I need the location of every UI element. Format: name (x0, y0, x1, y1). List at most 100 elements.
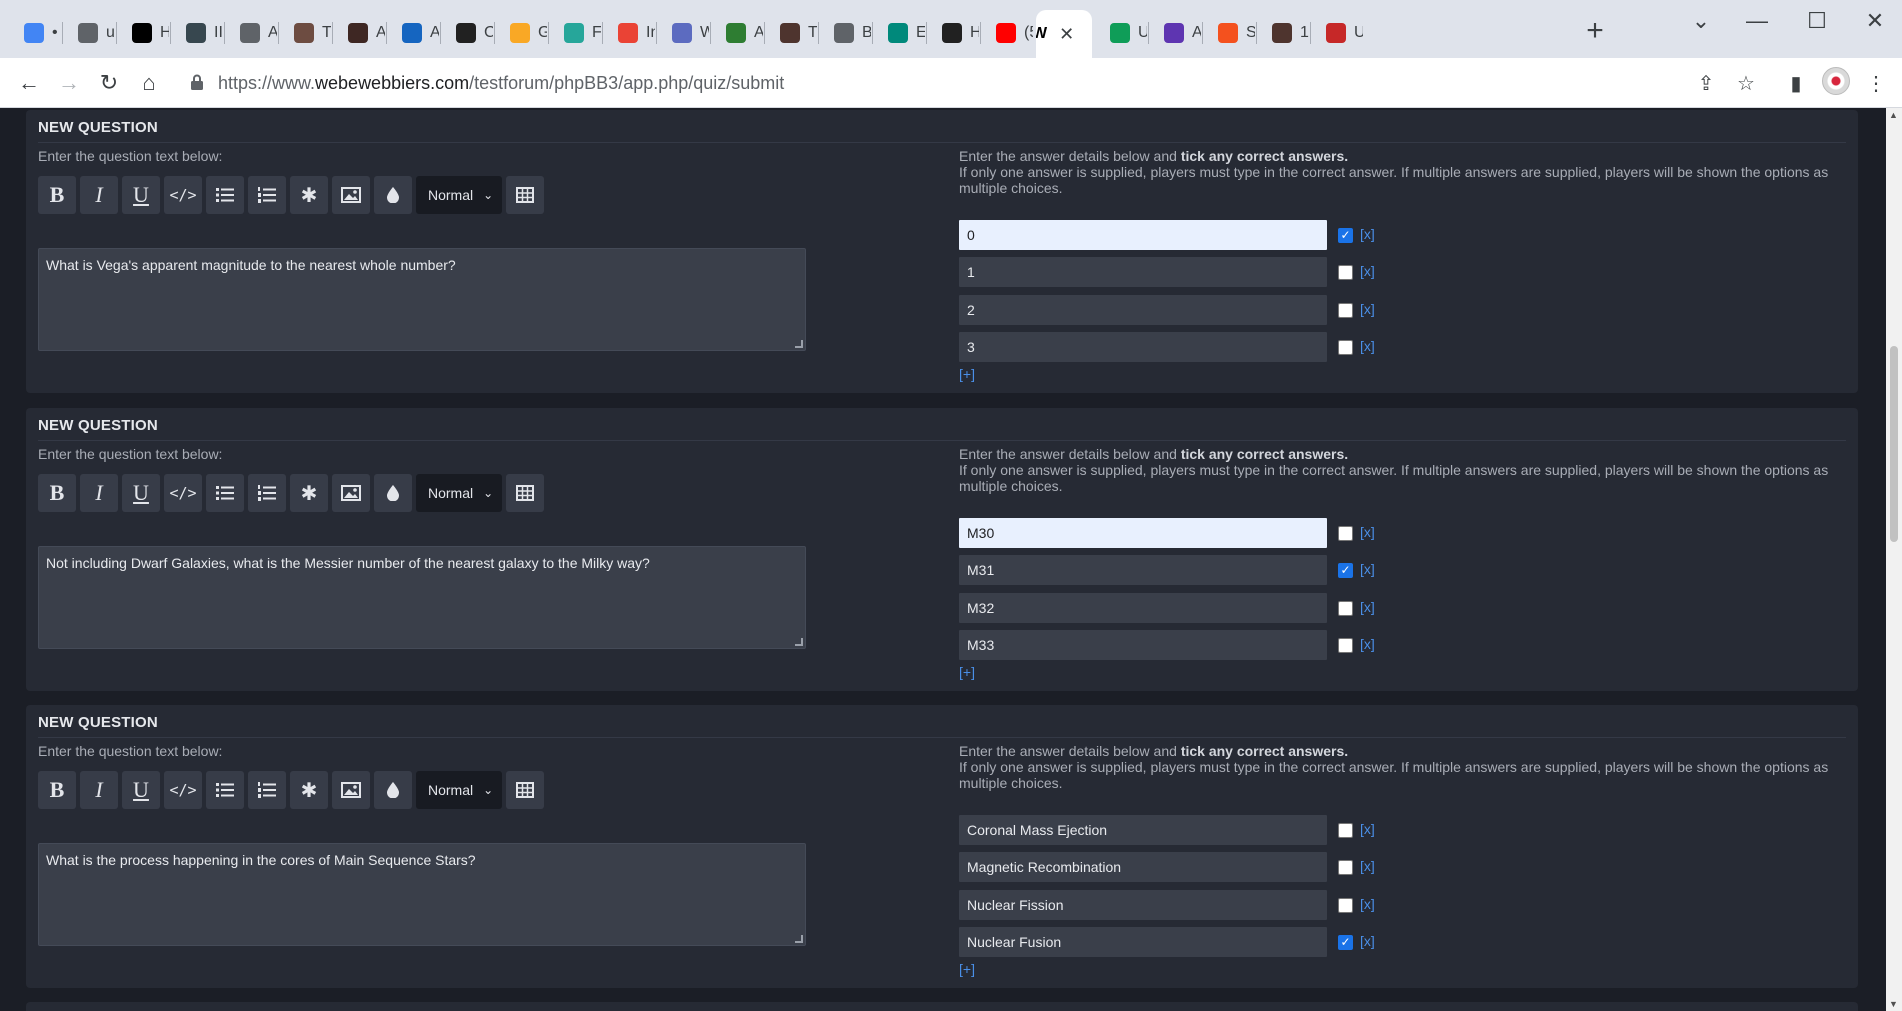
browser-tab[interactable]: ur (64, 14, 115, 52)
scrollbar-thumb[interactable] (1890, 346, 1898, 542)
browser-tab[interactable]: At (712, 14, 763, 52)
answer-input[interactable]: Magnetic Recombination (959, 852, 1327, 883)
underline-button[interactable]: U (122, 176, 160, 214)
remove-answer-link[interactable]: [x] (1360, 263, 1375, 279)
bold-button[interactable]: B (38, 176, 76, 214)
italic-button[interactable]: I (80, 176, 118, 214)
browser-tab[interactable]: Ac (226, 14, 277, 52)
remove-answer-link[interactable]: [x] (1360, 821, 1375, 837)
question-textarea[interactable]: What is the process happening in the cor… (38, 843, 806, 946)
answer-input[interactable]: Coronal Mass Ejection (959, 815, 1327, 845)
correct-answer-checkbox[interactable] (1338, 526, 1353, 541)
color-drop-button[interactable] (374, 771, 412, 809)
answer-input[interactable]: Nuclear Fission (959, 889, 1327, 920)
browser-tab[interactable]: Sp (1204, 14, 1255, 52)
side-panel-icon[interactable]: ▮ (1782, 70, 1810, 98)
menu-kebab-icon[interactable]: ⋮ (1862, 70, 1890, 98)
browser-tab[interactable]: W (658, 14, 709, 52)
remove-answer-link[interactable]: [x] (1360, 524, 1375, 540)
asterisk-button[interactable]: ✱ (290, 771, 328, 809)
answer-input[interactable]: M32 (959, 592, 1327, 623)
bookmark-star-icon[interactable]: ☆ (1732, 70, 1760, 98)
correct-answer-checkbox[interactable] (1338, 302, 1353, 318)
correct-answer-checkbox[interactable] (1338, 823, 1353, 838)
numbered-list-button[interactable] (248, 176, 286, 214)
browser-tab[interactable]: A\ (334, 14, 385, 52)
add-answer-link[interactable]: [+] (959, 664, 975, 680)
browser-tab[interactable]: Cl (442, 14, 493, 52)
italic-button[interactable]: I (80, 474, 118, 512)
browser-tab[interactable]: Bc (820, 14, 871, 52)
browser-tab[interactable]: • (10, 14, 61, 52)
answer-input[interactable]: M31 (959, 555, 1327, 586)
remove-answer-link[interactable]: [x] (1360, 301, 1375, 317)
remove-answer-link[interactable]: [x] (1360, 636, 1375, 652)
font-size-select[interactable]: Normal ⌄ (416, 771, 502, 809)
address-bar[interactable]: https://www.webewebbiers.com/testforum/p… (176, 64, 1736, 102)
browser-tab[interactable]: H (118, 14, 169, 52)
maximize-button[interactable]: ☐ (1792, 6, 1842, 36)
resize-handle-icon[interactable] (795, 935, 803, 943)
minimize-button[interactable]: — (1732, 6, 1782, 36)
correct-answer-checkbox[interactable]: ✓ (1338, 934, 1353, 950)
correct-answer-checkbox[interactable]: ✓ (1338, 228, 1353, 243)
underline-button[interactable]: U (122, 771, 160, 809)
share-icon[interactable]: ⇪ (1692, 70, 1720, 98)
question-textarea[interactable]: Not including Dwarf Galaxies, what is th… (38, 546, 806, 649)
table-button[interactable] (506, 474, 544, 512)
remove-answer-link[interactable]: [x] (1360, 561, 1375, 577)
question-textarea[interactable]: What is Vega's apparent magnitude to the… (38, 248, 806, 351)
page-scrollbar[interactable]: ▲ ▼ (1886, 108, 1902, 1011)
answer-input[interactable]: 1 (959, 257, 1327, 288)
answer-input[interactable]: 0 (959, 220, 1327, 250)
profile-avatar[interactable] (1822, 67, 1850, 95)
image-button[interactable] (332, 176, 370, 214)
numbered-list-button[interactable] (248, 771, 286, 809)
code-button[interactable]: </> (164, 474, 202, 512)
resize-handle-icon[interactable] (795, 638, 803, 646)
browser-tab[interactable]: Gl (496, 14, 547, 52)
browser-tab[interactable]: Th (280, 14, 331, 52)
bullet-list-button[interactable] (206, 176, 244, 214)
font-size-select[interactable]: Normal ⌄ (416, 176, 502, 214)
reload-icon[interactable]: ↻ (94, 68, 124, 98)
font-size-select[interactable]: Normal ⌄ (416, 474, 502, 512)
table-button[interactable] (506, 771, 544, 809)
browser-tab[interactable]: (5 (982, 14, 1033, 52)
code-button[interactable]: </> (164, 176, 202, 214)
correct-answer-checkbox[interactable] (1338, 600, 1353, 616)
browser-tab[interactable]: Er (874, 14, 925, 52)
correct-answer-checkbox[interactable] (1338, 637, 1353, 653)
browser-tab[interactable]: U (1096, 14, 1147, 52)
answer-input[interactable]: M33 (959, 629, 1327, 660)
asterisk-button[interactable]: ✱ (290, 176, 328, 214)
correct-answer-checkbox[interactable]: ✓ (1338, 563, 1353, 579)
italic-button[interactable]: I (80, 771, 118, 809)
remove-answer-link[interactable]: [x] (1360, 599, 1375, 615)
new-tab-button[interactable]: + (1580, 14, 1610, 50)
browser-tab[interactable]: U (1312, 14, 1363, 52)
underline-button[interactable]: U (122, 474, 160, 512)
close-window-button[interactable]: ✕ (1850, 6, 1900, 36)
browser-tab[interactable]: Al (388, 14, 439, 52)
code-button[interactable]: </> (164, 771, 202, 809)
bullet-list-button[interactable] (206, 474, 244, 512)
home-icon[interactable]: ⌂ (134, 68, 164, 98)
image-button[interactable] (332, 474, 370, 512)
add-answer-link[interactable]: [+] (959, 961, 975, 977)
answer-input[interactable]: Nuclear Fusion (959, 926, 1327, 957)
answer-input[interactable]: 2 (959, 294, 1327, 325)
tab-close-icon[interactable]: ✕ (1059, 24, 1074, 45)
add-answer-link[interactable]: [+] (959, 366, 975, 382)
remove-answer-link[interactable]: [x] (1360, 226, 1375, 242)
correct-answer-checkbox[interactable] (1338, 860, 1353, 876)
image-button[interactable] (332, 771, 370, 809)
browser-tab[interactable]: 17 (1258, 14, 1309, 52)
bold-button[interactable]: B (38, 771, 76, 809)
correct-answer-checkbox[interactable] (1338, 897, 1353, 913)
back-icon[interactable]: ← (14, 68, 44, 98)
answer-input[interactable]: M30 (959, 518, 1327, 548)
tab-search-icon[interactable]: ⌄ (1676, 6, 1726, 36)
browser-tab[interactable]: Fe (550, 14, 601, 52)
browser-tab[interactable]: Th (766, 14, 817, 52)
